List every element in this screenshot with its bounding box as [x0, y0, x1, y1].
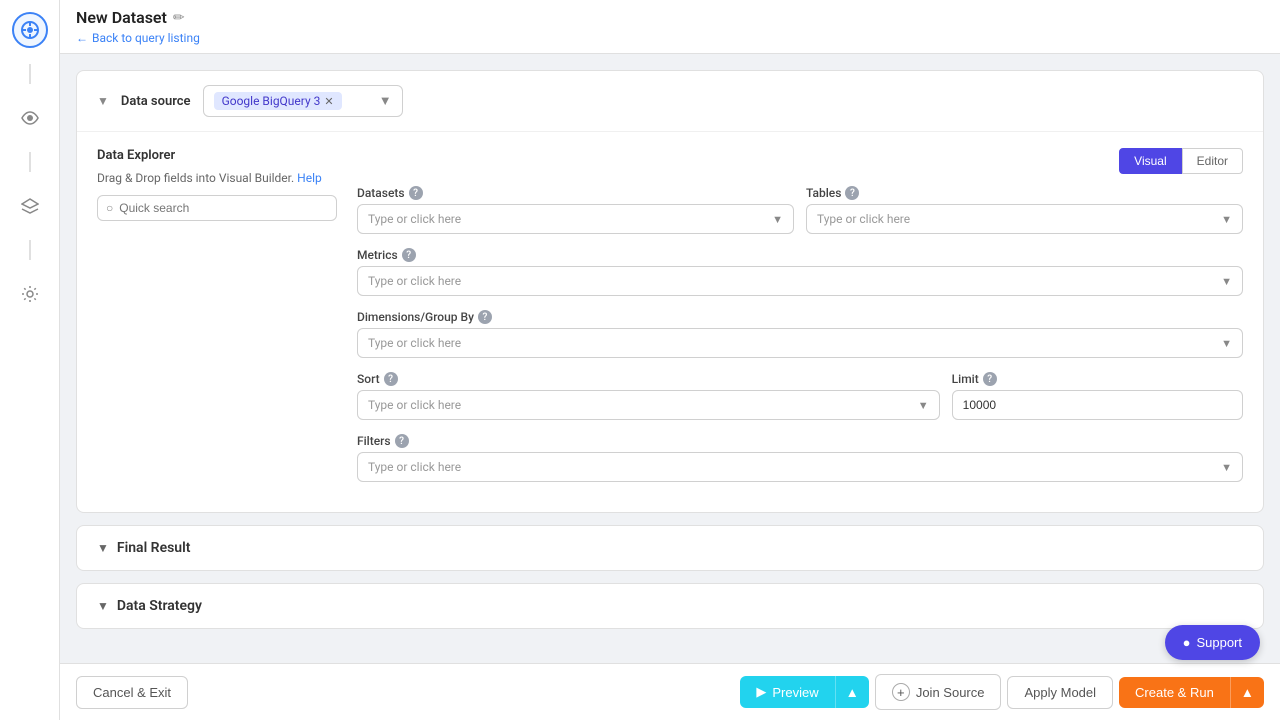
metrics-label: Metrics ?: [357, 248, 1243, 262]
drag-drop-text: Drag & Drop fields into Visual Builder. …: [97, 171, 337, 185]
data-source-label: Data source: [121, 94, 191, 109]
sidebar-icon-preview[interactable]: [12, 100, 48, 136]
metrics-row: Metrics ? Type or click here ▼: [357, 248, 1243, 296]
preview-btn-group: ▶ Preview ▲: [740, 676, 868, 708]
cancel-exit-button[interactable]: Cancel & Exit: [76, 676, 188, 709]
create-run-toggle-button[interactable]: ▲: [1230, 677, 1264, 708]
card-body: Data Explorer Drag & Drop fields into Vi…: [77, 132, 1263, 512]
tag-close-icon[interactable]: ✕: [324, 95, 333, 108]
content-area: ▼ Data source Google BigQuery 3 ✕ ▼ Data: [60, 54, 1280, 663]
limit-label: Limit ?: [952, 372, 1243, 386]
sidebar-connector-1: [29, 64, 31, 84]
final-result-title: Final Result: [117, 540, 191, 556]
final-result-card: ▼ Final Result: [76, 525, 1264, 571]
dimensions-label: Dimensions/Group By ?: [357, 310, 1243, 324]
support-icon: ●: [1183, 635, 1191, 650]
datasets-label: Datasets ?: [357, 186, 794, 200]
sort-select[interactable]: Type or click here ▼: [357, 390, 940, 420]
plus-icon: +: [892, 683, 910, 701]
final-result-header[interactable]: ▼ Final Result: [77, 526, 1263, 570]
data-source-tag: Google BigQuery 3 ✕: [214, 92, 342, 110]
tables-select[interactable]: Type or click here ▼: [806, 204, 1243, 234]
support-button[interactable]: ● Support: [1165, 625, 1260, 660]
sort-limit-row: Sort ? Type or click here ▼ Li: [357, 372, 1243, 420]
sidebar-connector-3: [29, 240, 31, 260]
back-link[interactable]: ← Back to query listing: [76, 31, 200, 45]
right-panel: Visual Editor Datasets ? T: [357, 148, 1243, 496]
sidebar-icon-settings[interactable]: [12, 276, 48, 312]
filters-label: Filters ?: [357, 434, 1243, 448]
data-strategy-chevron-icon: ▼: [97, 599, 109, 613]
edit-icon[interactable]: ✏: [173, 10, 185, 26]
datasets-chevron-icon: ▼: [772, 213, 783, 226]
back-arrow-icon: ←: [76, 31, 88, 45]
data-source-chevron: ▼: [379, 93, 392, 109]
left-panel: Data Explorer Drag & Drop fields into Vi…: [97, 148, 337, 496]
preview-chevron-icon: ▲: [846, 685, 859, 700]
editor-toggle-btn[interactable]: Editor: [1182, 148, 1243, 174]
create-run-chevron-icon: ▲: [1241, 685, 1254, 700]
tables-chevron-icon: ▼: [1221, 213, 1232, 226]
data-source-row: ▼ Data source Google BigQuery 3 ✕ ▼: [77, 71, 1263, 132]
sidebar-icon-layers[interactable]: [12, 188, 48, 224]
metrics-chevron-icon: ▼: [1221, 275, 1232, 288]
tables-group: Tables ? Type or click here ▼: [806, 186, 1243, 234]
datasets-select[interactable]: Type or click here ▼: [357, 204, 794, 234]
quick-search-input[interactable]: [119, 201, 328, 215]
create-run-button[interactable]: Create & Run: [1119, 677, 1230, 708]
dimensions-chevron-icon: ▼: [1221, 337, 1232, 350]
page-title: New Dataset: [76, 8, 167, 27]
filters-group: Filters ? Type or click here ▼: [357, 434, 1243, 482]
metrics-help-icon[interactable]: ?: [402, 248, 416, 262]
sort-group: Sort ? Type or click here ▼: [357, 372, 940, 420]
data-strategy-header[interactable]: ▼ Data Strategy: [77, 584, 1263, 628]
join-source-button[interactable]: + Join Source: [875, 674, 1002, 710]
filters-row: Filters ? Type or click here ▼: [357, 434, 1243, 482]
create-run-btn-group: Create & Run ▲: [1119, 677, 1264, 708]
collapse-icon[interactable]: ▼: [97, 94, 109, 108]
sidebar-connector-2: [29, 152, 31, 172]
help-link[interactable]: Help: [297, 171, 322, 185]
metrics-select[interactable]: Type or click here ▼: [357, 266, 1243, 296]
data-strategy-title: Data Strategy: [117, 598, 202, 614]
datasets-tables-row: Datasets ? Type or click here ▼: [357, 186, 1243, 234]
footer-right: ▶ Preview ▲ + Join Source Apply Model Cr…: [740, 674, 1264, 710]
main-content: New Dataset ✏ ← Back to query listing ▼ …: [60, 0, 1280, 720]
data-strategy-card: ▼ Data Strategy: [76, 583, 1264, 629]
visual-toggle-btn[interactable]: Visual: [1119, 148, 1181, 174]
limit-group: Limit ?: [952, 372, 1243, 420]
footer: Cancel & Exit ▶ Preview ▲ + Join Source …: [60, 663, 1280, 720]
dimensions-select[interactable]: Type or click here ▼: [357, 328, 1243, 358]
sort-help-icon[interactable]: ?: [384, 372, 398, 386]
sidebar: [0, 0, 60, 720]
data-explorer-title: Data Explorer: [97, 148, 337, 163]
apply-model-button[interactable]: Apply Model: [1007, 676, 1113, 709]
tables-label: Tables ?: [806, 186, 1243, 200]
play-icon: ▶: [756, 684, 766, 700]
filters-chevron-icon: ▼: [1221, 461, 1232, 474]
dimensions-group: Dimensions/Group By ? Type or click here…: [357, 310, 1243, 358]
preview-toggle-button[interactable]: ▲: [835, 676, 869, 708]
data-source-card: ▼ Data source Google BigQuery 3 ✕ ▼ Data: [76, 70, 1264, 513]
tables-help-icon[interactable]: ?: [845, 186, 859, 200]
datasets-help-icon[interactable]: ?: [409, 186, 423, 200]
preview-button[interactable]: ▶ Preview: [740, 676, 834, 708]
filters-select[interactable]: Type or click here ▼: [357, 452, 1243, 482]
data-source-select[interactable]: Google BigQuery 3 ✕ ▼: [203, 85, 403, 117]
quick-search[interactable]: ○: [97, 195, 337, 221]
datasets-group: Datasets ? Type or click here ▼: [357, 186, 794, 234]
sort-chevron-icon: ▼: [918, 399, 929, 412]
limit-help-icon[interactable]: ?: [983, 372, 997, 386]
search-icon: ○: [106, 201, 113, 215]
view-toggle: Visual Editor: [357, 148, 1243, 174]
top-bar: New Dataset ✏ ← Back to query listing: [60, 0, 1280, 54]
sidebar-icon-data[interactable]: [12, 12, 48, 48]
metrics-group: Metrics ? Type or click here ▼: [357, 248, 1243, 296]
dimensions-row: Dimensions/Group By ? Type or click here…: [357, 310, 1243, 358]
limit-input[interactable]: [952, 390, 1243, 420]
dimensions-help-icon[interactable]: ?: [478, 310, 492, 324]
final-result-chevron-icon: ▼: [97, 541, 109, 555]
filters-help-icon[interactable]: ?: [395, 434, 409, 448]
sort-label: Sort ?: [357, 372, 940, 386]
